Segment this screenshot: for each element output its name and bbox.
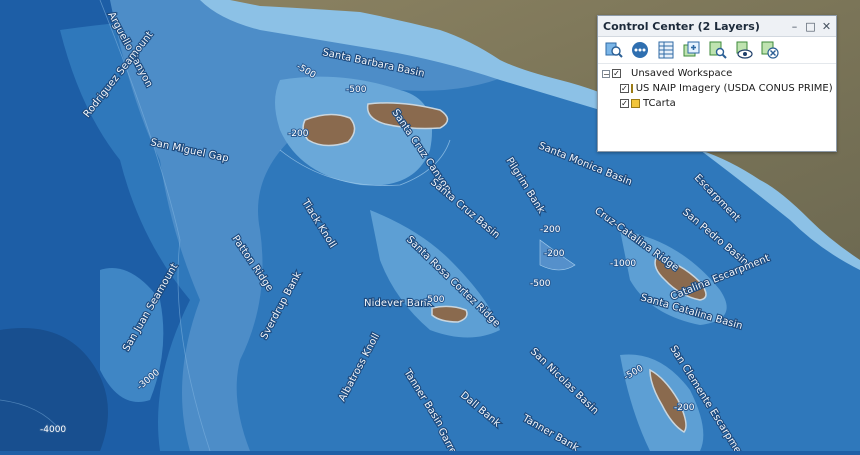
layer-tree: − ✓ Unsaved Workspace ✓ US NAIP Imagery …	[598, 64, 836, 113]
depth-label: -500	[530, 279, 551, 289]
collapse-icon[interactable]: −	[602, 69, 610, 78]
close-icon[interactable]: ✕	[821, 21, 832, 32]
layer-checkbox-naip[interactable]: ✓	[620, 84, 629, 93]
control-center-panel[interactable]: Control Center (2 Layers) – □ ✕ − ✓ Unsa…	[597, 15, 837, 152]
remove-layer-icon[interactable]	[760, 41, 779, 60]
minimize-icon[interactable]: –	[789, 21, 800, 32]
depth-label: -1000	[610, 259, 636, 269]
panel-title-bar[interactable]: Control Center (2 Layers) – □ ✕	[598, 16, 836, 37]
layer-checkbox-tcarta[interactable]: ✓	[620, 99, 629, 108]
depth-label: -200	[544, 249, 565, 259]
workspace-checkbox[interactable]: ✓	[612, 69, 621, 78]
search-layer-icon[interactable]	[708, 41, 727, 60]
depth-label: -4000	[40, 425, 66, 435]
maximize-icon[interactable]: □	[805, 21, 816, 32]
add-layer-icon[interactable]	[682, 41, 701, 60]
layer-row-tcarta[interactable]: ✓ TCarta	[602, 96, 832, 111]
panel-toolbar	[598, 37, 836, 64]
depth-label: -200	[674, 403, 695, 413]
attribute-table-icon[interactable]	[656, 41, 675, 60]
depth-label: -500	[346, 85, 367, 95]
depth-label: -200	[288, 129, 309, 139]
workspace-label: Unsaved Workspace	[631, 68, 733, 79]
workspace-row[interactable]: − ✓ Unsaved Workspace	[602, 66, 832, 81]
depth-label: -500	[424, 295, 445, 305]
santa-rosa-island	[302, 113, 356, 147]
map-label-nidever-bank: Nidever Bank	[364, 298, 433, 309]
zoom-to-layer-icon[interactable]	[604, 41, 623, 60]
layer-label-naip: US NAIP Imagery (USDA CONUS PRIME)	[635, 83, 833, 94]
window-buttons: – □ ✕	[789, 21, 832, 32]
layer-icon	[631, 99, 640, 108]
options-icon[interactable]	[630, 41, 649, 60]
visibility-icon[interactable]	[734, 41, 753, 60]
layer-label-tcarta: TCarta	[643, 98, 676, 109]
layer-icon	[630, 84, 633, 93]
depth-label: -200	[540, 225, 561, 235]
panel-title: Control Center (2 Layers)	[603, 19, 760, 33]
layer-row-naip[interactable]: ✓ US NAIP Imagery (USDA CONUS PRIME)	[602, 81, 833, 96]
